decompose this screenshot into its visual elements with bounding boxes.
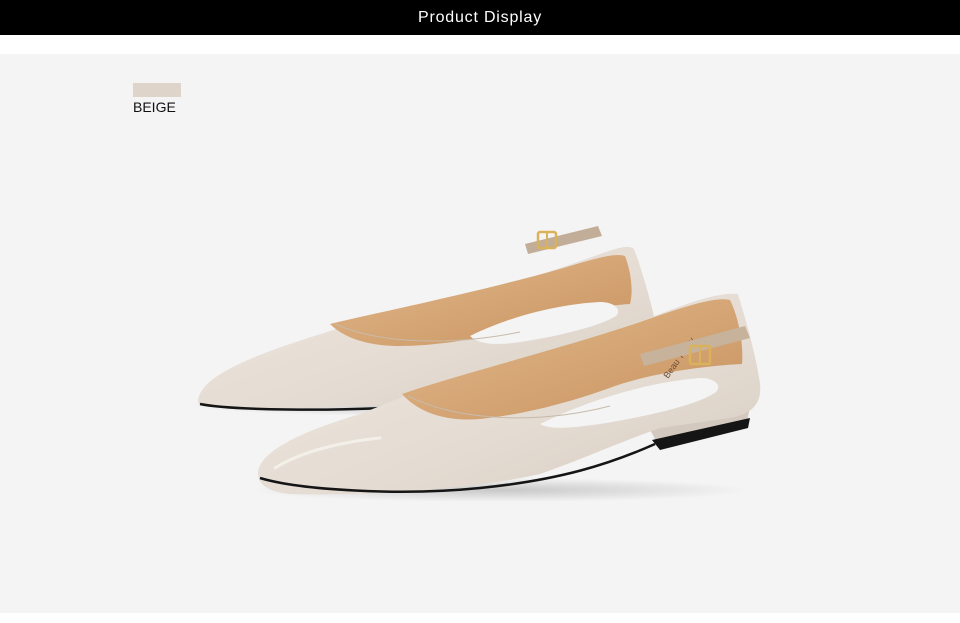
header-bar: Product Display (0, 0, 960, 35)
product-image-shoes: Beau Today (190, 226, 761, 502)
page-title: Product Display (417, 8, 543, 26)
product-display-area: BEIGE Beau Today (0, 54, 960, 613)
